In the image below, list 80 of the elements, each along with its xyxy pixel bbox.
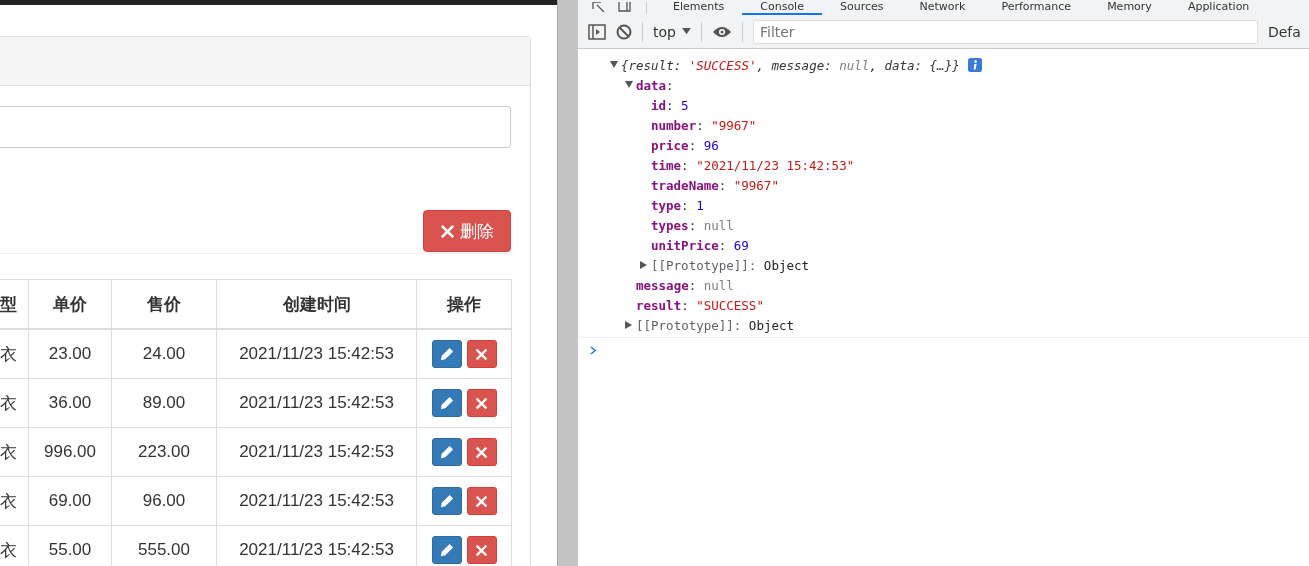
sidebar-icon[interactable] — [588, 23, 606, 40]
eye-icon[interactable] — [711, 24, 732, 39]
expand-triangle-icon[interactable] — [625, 321, 633, 329]
column-header: 售价 — [111, 279, 217, 329]
edit-button[interactable] — [431, 487, 462, 515]
column-header: 创建时间 — [216, 279, 417, 329]
table-cell: 衣 — [0, 476, 29, 526]
filter-field[interactable]: Filter — [752, 19, 1258, 44]
devtools-tab[interactable]: Network — [901, 0, 984, 15]
property-line: number: "9967" — [651, 117, 757, 133]
pencil-icon — [439, 396, 454, 410]
table-cell: 23.00 — [28, 329, 112, 379]
close-icon — [475, 396, 488, 410]
table-cell: 衣 — [0, 525, 29, 566]
table-cell: 2021/11/23 15:42:53 — [216, 329, 417, 379]
property-line: tradeName: "9967" — [651, 177, 779, 193]
input-field[interactable] — [0, 106, 511, 148]
prompt-icon[interactable] — [590, 345, 597, 355]
property-line: type: 1 — [651, 197, 704, 213]
table-cell: 24.00 — [111, 329, 217, 379]
inspect-icon[interactable] — [592, 2, 606, 12]
caret-icon — [681, 28, 691, 35]
object-summary: {result: 'SUCCESS', message: null, data: {…}} — [621, 57, 960, 73]
column-header: 型 — [0, 279, 29, 329]
edit-button[interactable] — [431, 536, 462, 564]
expand-triangle-icon[interactable] — [640, 261, 648, 269]
property-line: [[Prototype]]: Object — [636, 317, 794, 333]
devtools-tab[interactable]: Sources — [821, 0, 902, 15]
edit-button[interactable] — [431, 389, 462, 417]
table-cell: 2021/11/23 15:42:53 — [216, 476, 417, 526]
pencil-icon — [439, 543, 454, 557]
table-cell: 衣 — [0, 427, 29, 477]
devtools-tab[interactable]: Application — [1169, 0, 1268, 15]
pencil-icon — [439, 494, 454, 508]
clear-icon[interactable] — [616, 23, 632, 40]
context-dropdown[interactable]: top — [653, 23, 691, 40]
property-line: time: "2021/11/23 15:42:53" — [651, 157, 855, 173]
edit-button[interactable] — [431, 438, 462, 466]
devtools-tab[interactable]: Memory — [1089, 0, 1170, 15]
device-icon[interactable] — [618, 2, 634, 12]
close-icon — [475, 445, 488, 459]
close-icon — [475, 494, 488, 508]
table-cell: 衣 — [0, 378, 29, 428]
expand-triangle-icon[interactable] — [610, 61, 618, 69]
property-line: data: — [636, 77, 674, 93]
column-header: 单价 — [28, 279, 112, 329]
column-header: 操作 — [416, 279, 512, 329]
table-cell: 223.00 — [111, 427, 217, 477]
table-cell: 2021/11/23 15:42:53 — [216, 427, 417, 477]
table-cell: 衣 — [0, 329, 29, 379]
devtools-tab[interactable]: Elements — [655, 0, 743, 15]
delete-button[interactable]: 删除 — [423, 210, 511, 252]
expand-triangle-icon[interactable] — [625, 81, 633, 89]
table-cell: 2021/11/23 15:42:53 — [216, 378, 417, 428]
delete-button[interactable] — [466, 487, 497, 515]
pencil-icon — [439, 445, 454, 459]
pencil-icon — [439, 347, 454, 361]
property-line: message: null — [636, 277, 734, 293]
property-line: types: null — [651, 217, 734, 233]
table-cell: 996.00 — [28, 427, 112, 477]
property-line: unitPrice: 69 — [651, 237, 749, 253]
delete-button[interactable] — [466, 438, 497, 466]
levels-dropdown[interactable]: Defa — [1267, 23, 1301, 40]
property-line: [[Prototype]]: Object — [651, 257, 809, 273]
delete-button[interactable] — [466, 536, 497, 564]
table-cell: 96.00 — [111, 476, 217, 526]
close-icon — [475, 543, 488, 557]
table-cell: 69.00 — [28, 476, 112, 526]
table-cell: 36.00 — [28, 378, 112, 428]
delete-button[interactable] — [466, 389, 497, 417]
close-icon — [475, 347, 488, 361]
devtools-tab[interactable]: Performance — [983, 0, 1090, 15]
info-icon[interactable] — [967, 58, 982, 72]
property-line: id: 5 — [651, 97, 689, 113]
table-cell: 89.00 — [111, 378, 217, 428]
delete-button[interactable] — [466, 340, 497, 368]
property-line: result: "SUCCESS" — [636, 297, 764, 313]
property-line: price: 96 — [651, 137, 719, 153]
edit-button[interactable] — [431, 340, 462, 368]
close-icon — [440, 223, 455, 239]
